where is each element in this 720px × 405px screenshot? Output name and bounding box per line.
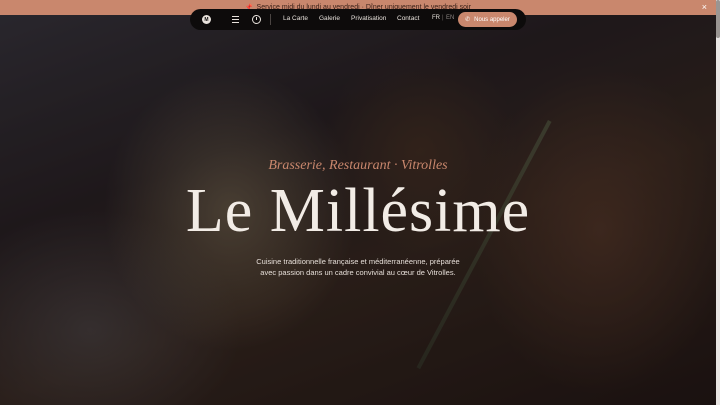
- clock-icon[interactable]: [252, 15, 261, 24]
- scrollbar[interactable]: [716, 0, 720, 405]
- hero-title: Le Millésime: [185, 177, 531, 245]
- scrollbar-thumb[interactable]: [716, 0, 720, 38]
- call-button-label: Nous appeler: [474, 16, 510, 23]
- lang-en[interactable]: EN: [446, 15, 454, 21]
- hero-subtitle: Brasserie, Restaurant · Vitrolles: [268, 158, 448, 173]
- menu-icon[interactable]: [232, 16, 239, 23]
- nav-link-privatisation[interactable]: Privatisation: [351, 15, 386, 22]
- logo[interactable]: M: [202, 15, 211, 24]
- lang-separator: |: [442, 15, 444, 21]
- lang-fr[interactable]: FR: [432, 15, 440, 21]
- nav-divider: [270, 14, 271, 25]
- hero-description: Cuisine traditionnelle française et médi…: [256, 257, 460, 277]
- nav-link-la-carte[interactable]: La Carte: [283, 15, 308, 22]
- phone-icon: ✆: [465, 17, 471, 23]
- nav-link-galerie[interactable]: Galerie: [319, 15, 340, 22]
- call-button[interactable]: ✆ Nous appeler: [458, 12, 517, 27]
- nav-link-contact[interactable]: Contact: [397, 15, 419, 22]
- close-icon[interactable]: ×: [702, 2, 707, 12]
- navigation-bar: M La Carte Galerie Privatisation Contact…: [190, 9, 526, 30]
